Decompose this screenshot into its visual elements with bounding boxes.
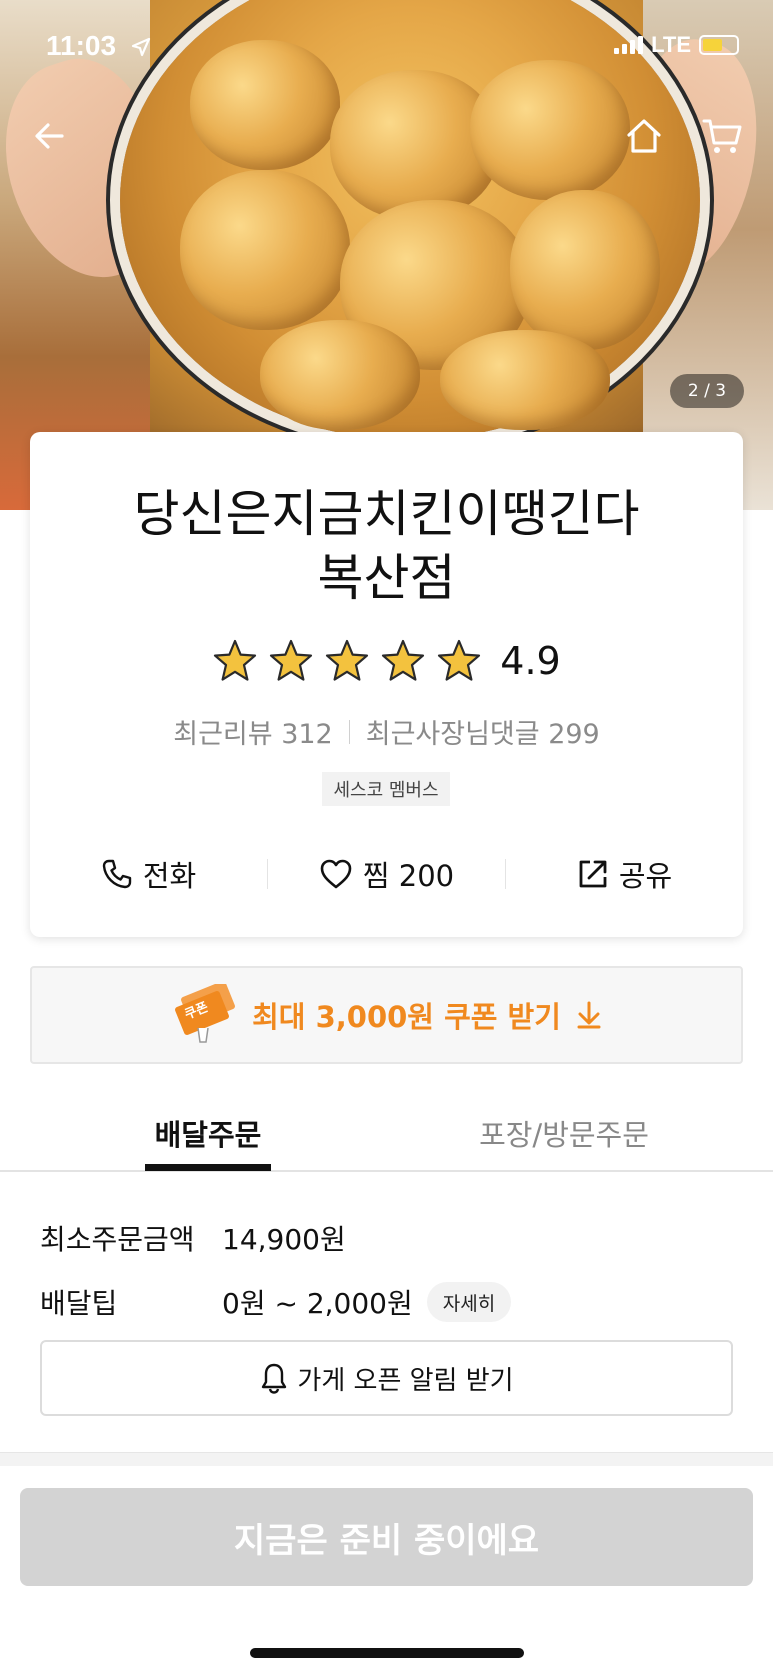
rating-value: 4.9 (500, 639, 561, 683)
min-order-value: 14,900원 (222, 1223, 346, 1256)
phone-icon (102, 859, 132, 889)
chicken-piece (510, 190, 660, 350)
download-arrow-icon (577, 1001, 601, 1029)
tab-delivery[interactable]: 배달주문 (145, 1112, 271, 1154)
back-arrow-icon (35, 123, 64, 149)
alarm-button-label: 가게 오픈 알림 받기 (297, 1365, 514, 1396)
status-bar: 11:03 LTE (0, 0, 773, 100)
image-page-indicator: 2 / 3 (670, 374, 744, 408)
heart-icon (320, 859, 352, 889)
home-icon (627, 119, 661, 153)
star-icon (438, 639, 481, 681)
recent-reviews-link[interactable]: 최근리뷰 312 (173, 712, 332, 751)
rating-row[interactable]: 4.9 (30, 638, 743, 684)
signal-icon (614, 36, 644, 54)
min-order-label: 최소주문금액 (40, 1223, 195, 1256)
cart-button[interactable] (694, 108, 750, 164)
store-name-line2: 복산점 (317, 549, 456, 607)
order-cta-button[interactable]: 지금은 준비 중이에요 (20, 1488, 753, 1586)
like-button[interactable]: 찜 200 (268, 853, 505, 895)
delivery-tip-value: 0원 ~ 2,000원 (222, 1287, 413, 1320)
call-label: 전화 (142, 859, 197, 893)
share-label: 공유 (618, 859, 673, 893)
share-icon (579, 860, 607, 888)
home-button[interactable] (616, 108, 672, 164)
star-icon (270, 639, 313, 681)
coupon-text: 최대 3,000원 쿠폰 받기 (252, 1000, 561, 1034)
star-icon (214, 639, 257, 681)
bell-icon (262, 1363, 287, 1394)
delivery-tip-row: 배달팁 0원 ~ 2,000원 자세히 (40, 1282, 512, 1322)
share-button[interactable]: 공유 (506, 853, 743, 895)
back-button[interactable] (22, 108, 78, 164)
coupon-ticket-icon: 쿠폰 (170, 981, 238, 1046)
section-divider (0, 1452, 773, 1466)
call-button[interactable]: 전화 (30, 853, 267, 895)
chicken-piece (180, 170, 350, 330)
tab-pickup[interactable]: 포장/방문주문 (474, 1112, 654, 1154)
star-icon (382, 639, 425, 681)
tip-detail-button[interactable]: 자세히 (426, 1282, 512, 1322)
star-icon (326, 639, 369, 681)
delivery-tip-label: 배달팁 (40, 1287, 118, 1320)
review-divider (348, 719, 350, 744)
battery-icon (699, 35, 739, 55)
active-tab-indicator (145, 1164, 271, 1171)
store-name: 당신은지금치킨이땡긴다 복산점 (30, 482, 743, 610)
home-indicator (250, 1648, 524, 1658)
chicken-piece (440, 330, 610, 430)
review-summary[interactable]: 최근리뷰 312 최근사장님댓글 299 (30, 712, 743, 751)
store-info-card: 당신은지금치킨이땡긴다 복산점 4.9 최근리뷰 312 최근사장님댓글 299… (30, 432, 743, 937)
store-actions: 전화 찜 200 공유 (30, 846, 743, 902)
cesco-members-badge: 세스코 멤버스 (322, 772, 450, 806)
status-indicators: LTE (614, 32, 739, 58)
chicken-piece (260, 320, 420, 430)
order-type-tabs: 배달주문 포장/방문주문 (0, 1098, 773, 1172)
cart-icon (702, 119, 742, 153)
like-label: 찜 200 (362, 859, 455, 893)
status-time: 11:03 (46, 30, 117, 61)
min-order-row: 최소주문금액 14,900원 (40, 1218, 346, 1258)
network-label: LTE (651, 32, 691, 57)
coupon-banner[interactable]: 쿠폰 최대 3,000원 쿠폰 받기 (30, 966, 743, 1064)
location-arrow-icon (131, 37, 151, 57)
store-name-line1: 당신은지금치킨이땡긴다 (133, 485, 640, 543)
owner-replies-link[interactable]: 최근사장님댓글 299 (366, 712, 600, 751)
store-open-alarm-button[interactable]: 가게 오픈 알림 받기 (40, 1340, 733, 1416)
